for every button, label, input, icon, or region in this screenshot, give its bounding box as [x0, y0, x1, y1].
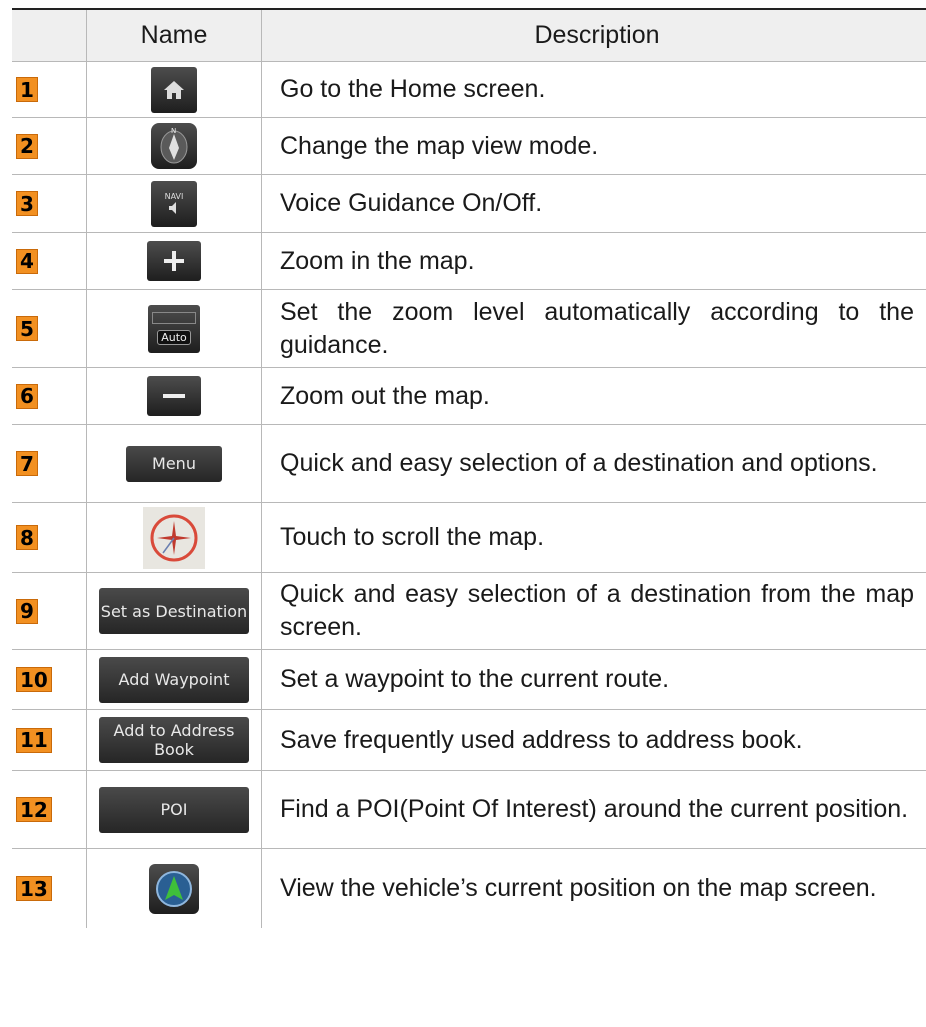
- row-number-badge: 3: [16, 191, 38, 216]
- row-number-badge: 8: [16, 525, 38, 550]
- table-row: 8 Touch to scroll the map.: [12, 503, 926, 573]
- header-description: Description: [534, 21, 660, 49]
- header-num: [12, 10, 86, 61]
- table-row: 1 Go to the Home screen.: [12, 62, 926, 118]
- row-number-badge: 1: [16, 77, 38, 102]
- zoom-out-icon: [147, 376, 201, 416]
- row-description: Set a waypoint to the current route.: [280, 665, 670, 693]
- svg-text:N: N: [171, 127, 176, 135]
- menu-button: Menu: [126, 445, 222, 482]
- table-row: 3 NAVI Voice Guidance On/Off.: [12, 175, 926, 233]
- set-as-destination-button: Set as Destination: [99, 588, 249, 634]
- row-description: Touch to scroll the map.: [280, 523, 545, 551]
- table-row: 2 N Change the map view mode.: [12, 118, 926, 175]
- row-description: Quick and easy selection of a destinatio…: [280, 449, 878, 477]
- table-row: 5 Auto Set the zoom level automatically …: [12, 290, 926, 368]
- row-number-badge: 7: [16, 451, 38, 476]
- row-description: Zoom out the map.: [280, 381, 490, 410]
- row-number-badge: 11: [16, 727, 52, 753]
- header-name: Name: [86, 10, 262, 61]
- feature-table: Name Description 1 Go to the Home screen…: [12, 8, 926, 928]
- row-description: Find a POI(Point Of Interest) around the…: [280, 795, 909, 823]
- current-position-icon: [149, 863, 199, 914]
- row-number-badge: 6: [16, 383, 38, 409]
- table-header: Name Description: [12, 10, 926, 62]
- compass-view-icon: N: [151, 123, 197, 169]
- row-description: Go to the Home screen.: [280, 75, 546, 103]
- row-number-badge: 12: [16, 797, 52, 822]
- row-number-badge: 9: [16, 598, 38, 624]
- table-row: 10 Add Waypoint Set a waypoint to the cu…: [12, 650, 926, 710]
- table-row: 9 Set as Destination Quick and easy sele…: [12, 573, 926, 650]
- auto-zoom-icon: Auto: [148, 304, 200, 353]
- zoom-in-icon: [147, 241, 201, 281]
- row-number-badge: 10: [16, 667, 52, 692]
- table-row: 12 POI Find a POI(Point Of Interest) aro…: [12, 771, 926, 849]
- row-number-badge: 4: [16, 248, 38, 274]
- table-row: 7 Menu Quick and easy selection of a des…: [12, 425, 926, 503]
- row-number-badge: 13: [16, 876, 52, 901]
- row-number-badge: 2: [16, 133, 38, 159]
- table-row: 13 View the vehicle’s current position o…: [12, 849, 926, 928]
- row-description: Save frequently used address to address …: [280, 725, 803, 754]
- home-icon: [151, 66, 197, 113]
- row-number-badge: 5: [16, 316, 38, 341]
- row-description: Voice Guidance On/Off.: [280, 189, 543, 217]
- add-to-address-book-button: Add to Address Book: [99, 717, 249, 763]
- navi-voice-icon: NAVI: [151, 180, 197, 227]
- scroll-cursor-icon: [143, 506, 205, 569]
- row-description: Quick and easy selection of a destinatio…: [280, 580, 914, 641]
- row-description: Change the map view mode.: [280, 131, 599, 160]
- row-description: Set the zoom level automatically accordi…: [280, 297, 914, 359]
- row-description: View the vehicle’s current position on t…: [280, 874, 877, 902]
- add-waypoint-button: Add Waypoint: [99, 656, 249, 703]
- poi-button: POI: [99, 786, 249, 833]
- row-description: Zoom in the map.: [280, 246, 475, 275]
- table-row: 4 Zoom in the map.: [12, 233, 926, 290]
- table-row: 11 Add to Address Book Save frequently u…: [12, 710, 926, 771]
- table-row: 6 Zoom out the map.: [12, 368, 926, 425]
